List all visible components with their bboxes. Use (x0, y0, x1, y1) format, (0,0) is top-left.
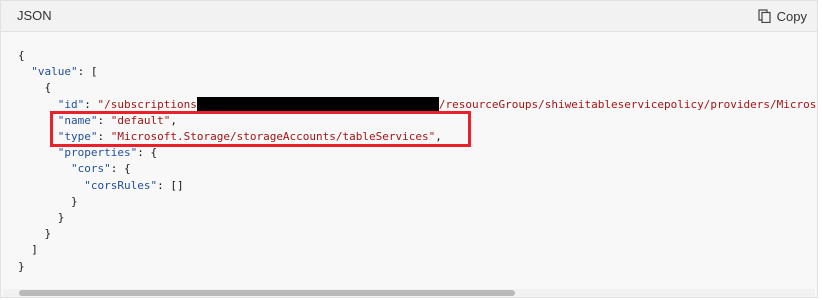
item-close: } (44, 227, 52, 241)
name-key: "name" (57, 113, 98, 127)
item-open: { (44, 81, 52, 95)
cors-key: "cors" (70, 162, 111, 176)
id-value-start: "/subscriptions (97, 97, 197, 111)
json-code: { "value": [ { "id": "/subscriptions/res… (1, 32, 817, 275)
corsrules-key: "corsRules" (84, 178, 158, 192)
properties-key: "properties" (57, 146, 138, 160)
type-value: "Microsoft.Storage/storageAccounts/table… (110, 130, 436, 144)
value-key: "value" (31, 65, 78, 79)
id-value-end: /resourceGroups/shiweitableservicepolicy… (438, 97, 817, 111)
close-brace: } (18, 259, 25, 273)
open-brace: { (18, 49, 25, 62)
redacted-subscription-id (196, 96, 439, 111)
properties-close: } (57, 211, 65, 225)
value-close: ] (31, 243, 38, 257)
id-key: "id" (57, 97, 85, 111)
type-key: "type" (57, 130, 98, 144)
cors-close: } (70, 194, 78, 208)
name-value: "default" (110, 113, 171, 127)
code-block[interactable]: { "value": [ { "id": "/subscriptions/res… (1, 32, 817, 287)
json-code-panel: JSON Copy { "value": [ { "id": "/subscri… (0, 0, 818, 298)
code-language-label: JSON (17, 8, 52, 23)
horizontal-scrollbar[interactable] (3, 289, 815, 297)
corsrules-value: [] (170, 178, 184, 192)
copy-button[interactable]: Copy (758, 6, 807, 26)
code-panel-header: JSON Copy (1, 1, 817, 32)
copy-icon (758, 9, 771, 23)
scrollbar-thumb[interactable] (19, 290, 515, 296)
copy-label: Copy (776, 8, 807, 24)
value-open: : [ (77, 65, 98, 79)
